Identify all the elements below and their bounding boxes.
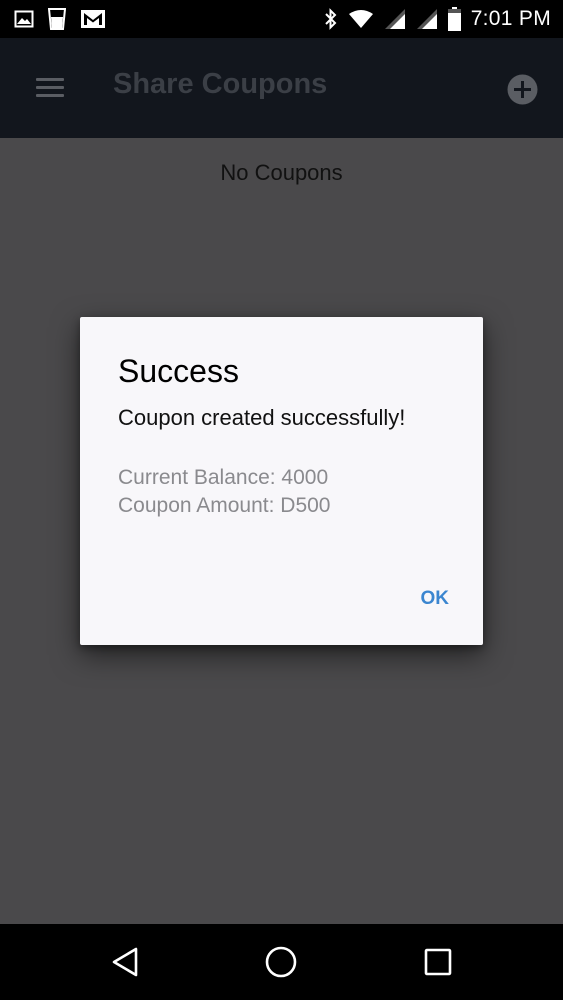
cup-icon	[48, 8, 66, 30]
image-icon	[14, 10, 34, 28]
coupon-amount-text: Coupon Amount: D500	[118, 494, 331, 517]
system-icons: 7:01 PM	[324, 6, 551, 32]
home-icon[interactable]	[261, 942, 301, 982]
gmail-icon	[80, 9, 106, 29]
back-icon[interactable]	[105, 942, 145, 982]
recents-icon[interactable]	[418, 942, 458, 982]
navigation-bar	[0, 924, 563, 1000]
success-dialog: Success Coupon created successfully! Cur…	[80, 317, 483, 645]
wifi-icon	[348, 9, 374, 29]
battery-icon	[447, 7, 461, 31]
add-circle-icon[interactable]	[507, 74, 538, 105]
status-bar: 7:01 PM	[0, 0, 563, 38]
signal-icon	[416, 8, 438, 30]
app-bar: Share Coupons	[0, 38, 563, 138]
status-time: 7:01 PM	[470, 7, 551, 30]
signal-icon	[384, 8, 406, 30]
menu-icon[interactable]	[36, 78, 66, 98]
dialog-message: Coupon created successfully!	[118, 405, 406, 430]
notification-icons	[14, 6, 106, 32]
dialog-title: Success	[118, 353, 239, 389]
empty-state-text: No Coupons	[220, 160, 343, 185]
ok-button[interactable]: OK	[413, 581, 458, 617]
bluetooth-icon	[324, 8, 338, 30]
current-balance-text: Current Balance: 4000	[118, 466, 329, 489]
page-title: Share Coupons	[113, 68, 328, 100]
